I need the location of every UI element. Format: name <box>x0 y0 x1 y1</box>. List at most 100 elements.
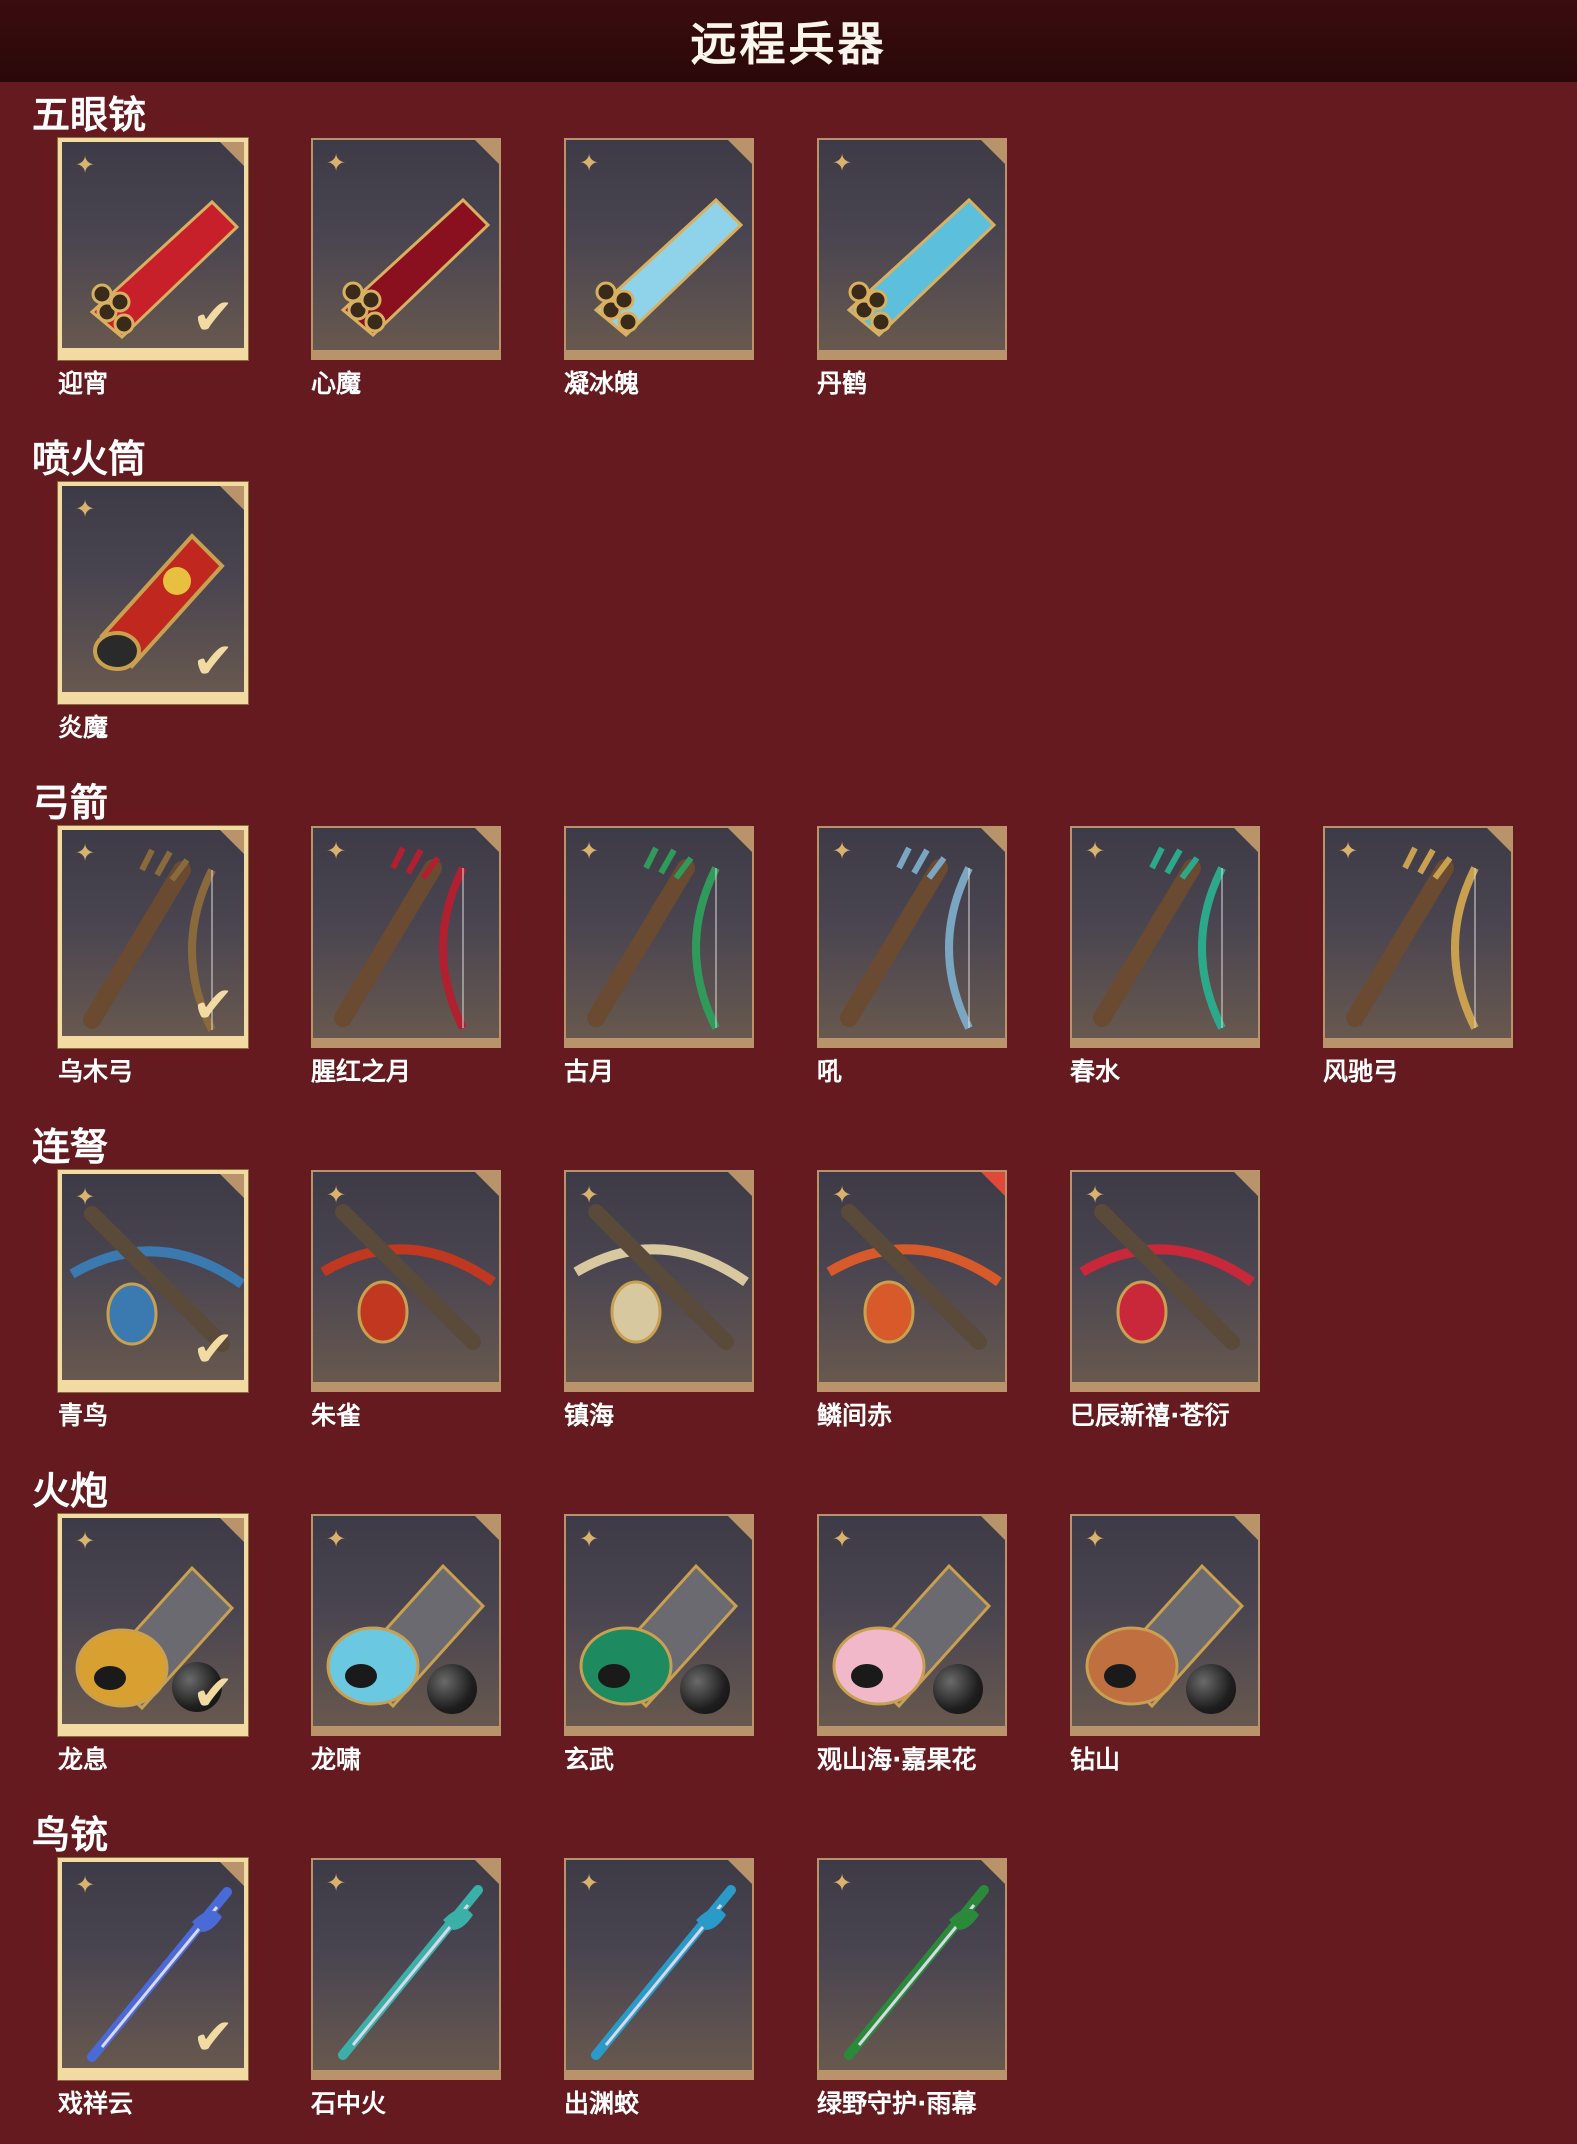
star-icon: ✦ <box>831 1181 853 1209</box>
card-bottom-strip <box>566 1382 752 1390</box>
star-icon: ✦ <box>578 837 600 865</box>
weapon-label: 凝冰魄 <box>564 369 640 398</box>
weapon-thumbnail[interactable]: ✦ <box>817 826 1007 1048</box>
corner-tab-icon <box>220 142 244 166</box>
weapon-label: 龙啸 <box>311 1745 362 1774</box>
card-bottom-strip <box>566 1726 752 1734</box>
weapon-section: 鸟铳 ✦ ✔ 戏祥云 ✦ 石中火 ✦ 出渊蛟 ✦ 绿野守护·雨幕 <box>0 1804 1577 2134</box>
weapon-thumbnail[interactable]: ✦ <box>817 1170 1007 1392</box>
weapon-card[interactable]: ✦ 钻山 <box>1070 1514 1264 1776</box>
weapon-thumbnail[interactable]: ✦ <box>564 138 754 360</box>
weapon-thumbnail[interactable]: ✦ ✔ <box>58 826 248 1048</box>
card-bottom-strip <box>1072 1726 1258 1734</box>
corner-tab-icon <box>1234 1516 1258 1540</box>
weapon-label: 出渊蛟 <box>564 2089 640 2118</box>
weapon-card[interactable]: ✦ ✔ 炎魔 <box>58 482 252 744</box>
corner-tab-icon <box>475 1172 499 1196</box>
weapon-card[interactable]: ✦ 腥红之月 <box>311 826 505 1088</box>
weapon-card[interactable]: ✦ ✔ 戏祥云 <box>58 1858 252 2120</box>
card-bottom-strip <box>62 1036 244 1044</box>
weapon-thumbnail[interactable]: ✦ <box>564 1170 754 1392</box>
section-title: 弓箭 <box>32 781 109 825</box>
weapon-thumbnail[interactable]: ✦ <box>1070 826 1260 1048</box>
weapon-card[interactable]: ✦ 风驰弓 <box>1323 826 1517 1088</box>
card-bottom-strip <box>313 1726 499 1734</box>
card-bottom-strip <box>62 692 244 700</box>
corner-tab-icon <box>728 1172 752 1196</box>
weapon-thumbnail[interactable]: ✦ <box>311 1170 501 1392</box>
weapon-card[interactable]: ✦ 镇海 <box>564 1170 758 1432</box>
weapon-label: 腥红之月 <box>311 1057 412 1086</box>
weapon-thumbnail[interactable]: ✦ <box>817 1514 1007 1736</box>
weapon-thumbnail[interactable]: ✦ <box>564 1514 754 1736</box>
weapon-thumbnail[interactable]: ✦ ✔ <box>58 1514 248 1736</box>
weapon-section: 弓箭 ✦ ✔ 乌木弓 ✦ 腥红之月 ✦ 古月 ✦ 吼 ✦ 春水 ✦ 风驰弓 <box>0 772 1577 1102</box>
weapon-thumbnail[interactable]: ✦ <box>311 826 501 1048</box>
corner-tab-icon <box>475 140 499 164</box>
weapon-label: 迎宵 <box>58 369 109 398</box>
weapon-thumbnail[interactable]: ✦ <box>817 1858 1007 2080</box>
weapon-card[interactable]: ✦ ✔ 乌木弓 <box>58 826 252 1088</box>
star-icon: ✦ <box>578 1181 600 1209</box>
card-bottom-strip <box>819 1038 1005 1046</box>
weapon-card[interactable]: ✦ 吼 <box>817 826 1011 1088</box>
weapon-thumbnail[interactable]: ✦ ✔ <box>58 482 248 704</box>
star-icon: ✦ <box>831 149 853 177</box>
title-bar: 远程兵器 <box>0 0 1577 82</box>
weapon-card[interactable]: ✦ 凝冰魄 <box>564 138 758 400</box>
weapon-card[interactable]: ✦ 丹鹤 <box>817 138 1011 400</box>
star-icon: ✦ <box>74 151 96 179</box>
star-icon: ✦ <box>325 149 347 177</box>
card-bottom-strip <box>566 1038 752 1046</box>
weapon-thumbnail[interactable]: ✦ <box>311 1858 501 2080</box>
weapon-thumbnail[interactable]: ✦ <box>817 138 1007 360</box>
weapon-card[interactable]: ✦ 石中火 <box>311 1858 505 2120</box>
weapon-thumbnail[interactable]: ✦ <box>564 826 754 1048</box>
corner-tab-icon <box>981 140 1005 164</box>
weapon-label: 龙息 <box>58 1745 109 1774</box>
corner-tab-icon <box>981 828 1005 852</box>
weapon-thumbnail[interactable]: ✦ <box>311 1514 501 1736</box>
weapon-card[interactable]: ✦ 观山海·嘉果花 <box>817 1514 1011 1776</box>
weapon-card[interactable]: ✦ 绿野守护·雨幕 <box>817 1858 1011 2120</box>
star-icon: ✦ <box>325 837 347 865</box>
star-icon: ✦ <box>74 495 96 523</box>
weapon-label: 朱雀 <box>311 1401 362 1430</box>
weapon-thumbnail[interactable]: ✦ <box>1070 1170 1260 1392</box>
section-title: 火炮 <box>32 1469 109 1513</box>
weapon-thumbnail[interactable]: ✦ <box>1323 826 1513 1048</box>
card-bottom-strip <box>1072 1038 1258 1046</box>
star-icon: ✦ <box>74 1183 96 1211</box>
weapon-thumbnail[interactable]: ✦ ✔ <box>58 138 248 360</box>
weapon-label: 丹鹤 <box>817 369 868 398</box>
weapon-card[interactable]: ✦ 鳞间赤 <box>817 1170 1011 1432</box>
cannonball-icon <box>427 1664 477 1714</box>
weapon-card[interactable]: ✦ 玄武 <box>564 1514 758 1776</box>
weapon-label: 镇海 <box>564 1401 615 1430</box>
weapon-label: 鳞间赤 <box>817 1401 893 1430</box>
weapon-card[interactable]: ✦ ✔ 青鸟 <box>58 1170 252 1432</box>
star-icon: ✦ <box>1084 1181 1106 1209</box>
weapon-card[interactable]: ✦ 心魔 <box>311 138 505 400</box>
card-bottom-strip <box>566 2070 752 2078</box>
weapon-thumbnail[interactable]: ✦ <box>564 1858 754 2080</box>
check-icon: ✔ <box>192 2008 234 2066</box>
weapon-thumbnail[interactable]: ✦ ✔ <box>58 1858 248 2080</box>
corner-tab-icon <box>1234 1172 1258 1196</box>
weapon-card[interactable]: ✦ 巳辰新禧·苍衍 <box>1070 1170 1264 1432</box>
weapon-card[interactable]: ✦ ✔ 龙息 <box>58 1514 252 1776</box>
weapon-thumbnail[interactable]: ✦ <box>1070 1514 1260 1736</box>
weapon-card[interactable]: ✦ 出渊蛟 <box>564 1858 758 2120</box>
weapon-card[interactable]: ✦ 古月 <box>564 826 758 1088</box>
weapon-thumbnail[interactable]: ✦ <box>311 138 501 360</box>
weapon-card[interactable]: ✦ 朱雀 <box>311 1170 505 1432</box>
card-bottom-strip <box>819 350 1005 358</box>
weapon-label: 青鸟 <box>58 1401 109 1430</box>
weapon-card[interactable]: ✦ 龙啸 <box>311 1514 505 1776</box>
weapon-card[interactable]: ✦ ✔ 迎宵 <box>58 138 252 400</box>
weapon-section: 火炮 ✦ ✔ 龙息 ✦ 龙啸 ✦ 玄武 ✦ 观山海·嘉果花 ✦ 钻山 <box>0 1460 1577 1790</box>
card-bottom-strip <box>819 1726 1005 1734</box>
weapon-card[interactable]: ✦ 春水 <box>1070 826 1264 1088</box>
star-icon: ✦ <box>578 1525 600 1553</box>
weapon-thumbnail[interactable]: ✦ ✔ <box>58 1170 248 1392</box>
